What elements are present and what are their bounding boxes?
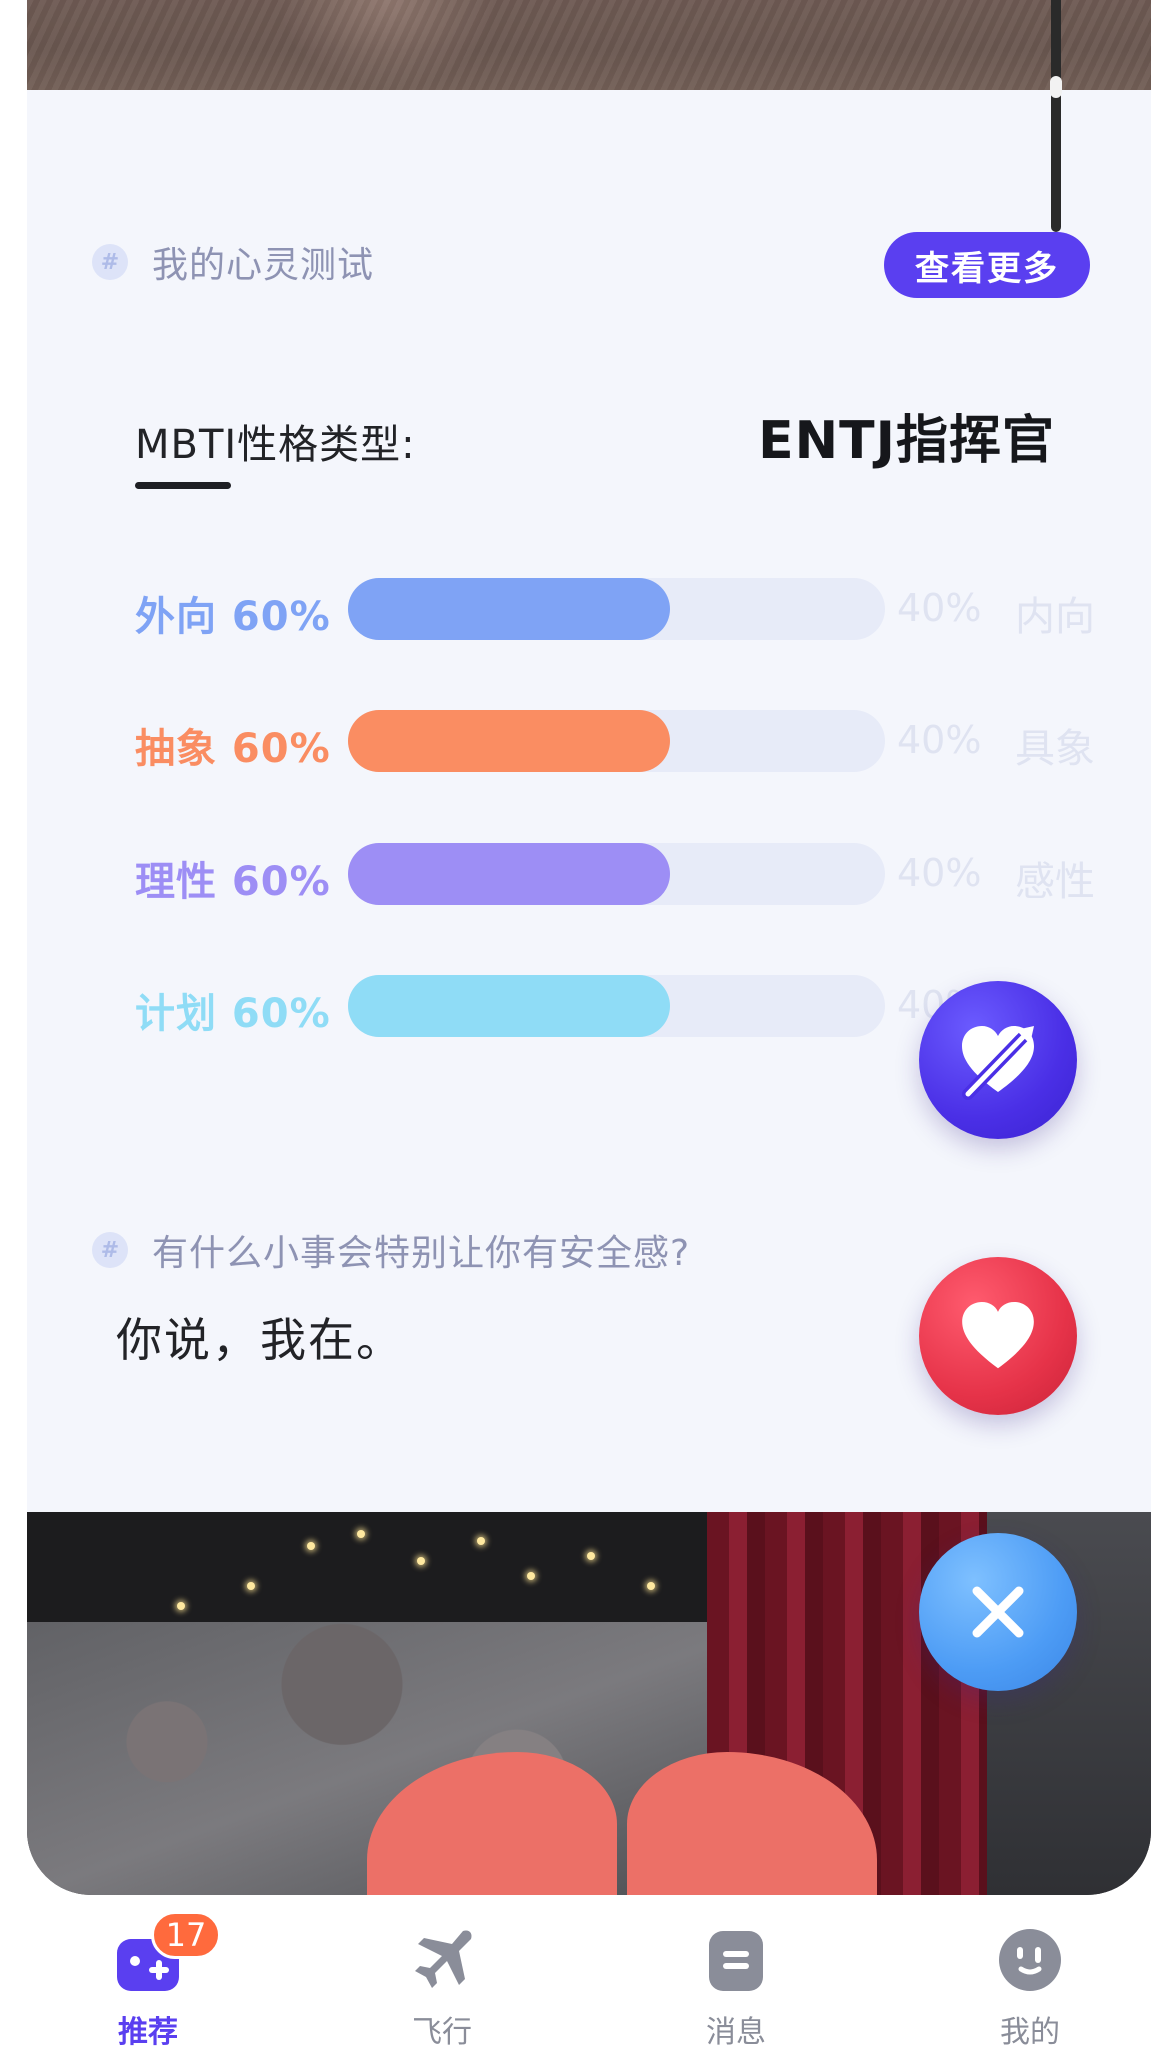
- mind-test-header: # 我的心灵测试: [92, 236, 374, 288]
- trait-left-label: 理性 60%: [135, 859, 331, 905]
- trait-right-percent: 40%: [897, 851, 982, 895]
- airplane-icon: [415, 1930, 472, 1988]
- hash-icon: #: [92, 244, 128, 280]
- qa-answer: 你说，我在。: [116, 1313, 404, 1367]
- trait-right-label: 内向: [1015, 594, 1095, 640]
- scrollbar-thumb[interactable]: [1050, 76, 1062, 98]
- hash-icon: #: [92, 1232, 128, 1268]
- trait-bar-fill: [348, 843, 670, 905]
- mbti-type-value: ENTJ指挥官: [758, 411, 1055, 471]
- trait-bar-track: [348, 710, 885, 772]
- profile-photo-top: [27, 0, 1151, 90]
- tab-label: 飞行: [412, 2015, 472, 2050]
- trait-bar-track: [348, 975, 885, 1037]
- trait-bar-track: [348, 843, 885, 905]
- tab-label: 消息: [706, 2015, 766, 2050]
- tab-label: 我的: [1000, 2015, 1060, 2050]
- trait-left-label: 计划 60%: [135, 991, 331, 1037]
- tab-fly[interactable]: 飞行: [372, 1925, 512, 2055]
- trait-left-label: 抽象 60%: [135, 726, 331, 772]
- profile-face-icon: [999, 1929, 1061, 1991]
- qa-header: # 有什么小事会特别让你有安全感?: [92, 1224, 690, 1276]
- fairy-light: [587, 1552, 595, 1560]
- fairy-light: [647, 1582, 655, 1590]
- fairy-light: [477, 1537, 485, 1545]
- tab-recommend[interactable]: 17 推荐: [78, 1911, 221, 2055]
- fairy-light: [177, 1602, 185, 1610]
- heart-arrow-icon: [962, 1026, 1034, 1100]
- view-more-button[interactable]: 查看更多: [884, 232, 1090, 298]
- cupid-button[interactable]: [919, 981, 1077, 1139]
- qa-question: 有什么小事会特别让你有安全感?: [152, 1233, 691, 1274]
- mbti-label: MBTI性格类型:: [135, 422, 416, 468]
- fairy-light: [247, 1582, 255, 1590]
- trait-right-percent: 40%: [897, 586, 982, 630]
- trait-row-thinking: 理性 60% 40% 感性: [135, 843, 1095, 905]
- tab-label: 推荐: [118, 2015, 178, 2050]
- scrollbar-track[interactable]: [1051, 0, 1061, 232]
- mind-test-title: 我的心灵测试: [152, 245, 375, 286]
- mbti-tab-underline: [135, 482, 231, 489]
- like-button[interactable]: [919, 1257, 1077, 1415]
- trait-bar-fill: [348, 975, 670, 1037]
- trait-right-label: 具象: [1015, 726, 1095, 772]
- fairy-light: [527, 1572, 535, 1580]
- trait-bar-fill: [348, 710, 670, 772]
- fairy-light: [307, 1542, 315, 1550]
- trait-left-label: 外向 60%: [135, 594, 331, 640]
- photo-dark-area: [27, 1512, 747, 1622]
- fairy-light: [417, 1557, 425, 1565]
- message-icon: [709, 1931, 763, 1991]
- close-icon: [972, 1586, 1024, 1638]
- trait-right-percent: 40%: [897, 718, 982, 762]
- heart-icon: [962, 1301, 1034, 1369]
- trait-bar-track: [348, 578, 885, 640]
- profile-detail-screen: # 我的心灵测试 MBTI性格类型: ENTJ指挥官 外向 60% 40% 内向…: [0, 0, 1176, 2065]
- bottom-tab-bar: 17 推荐 飞行 消息 我的: [0, 1895, 1176, 2065]
- tab-mine[interactable]: 我的: [960, 1925, 1100, 2055]
- tab-messages[interactable]: 消息: [666, 1925, 806, 2055]
- fairy-light: [357, 1530, 365, 1538]
- trait-row-intuition: 抽象 60% 40% 具象: [135, 710, 1095, 772]
- trait-bar-fill: [348, 578, 670, 640]
- trait-right-label: 感性: [1015, 859, 1095, 905]
- notification-badge: 17: [151, 1911, 221, 1959]
- dislike-button[interactable]: [919, 1533, 1077, 1691]
- trait-row-extraversion: 外向 60% 40% 内向: [135, 578, 1095, 640]
